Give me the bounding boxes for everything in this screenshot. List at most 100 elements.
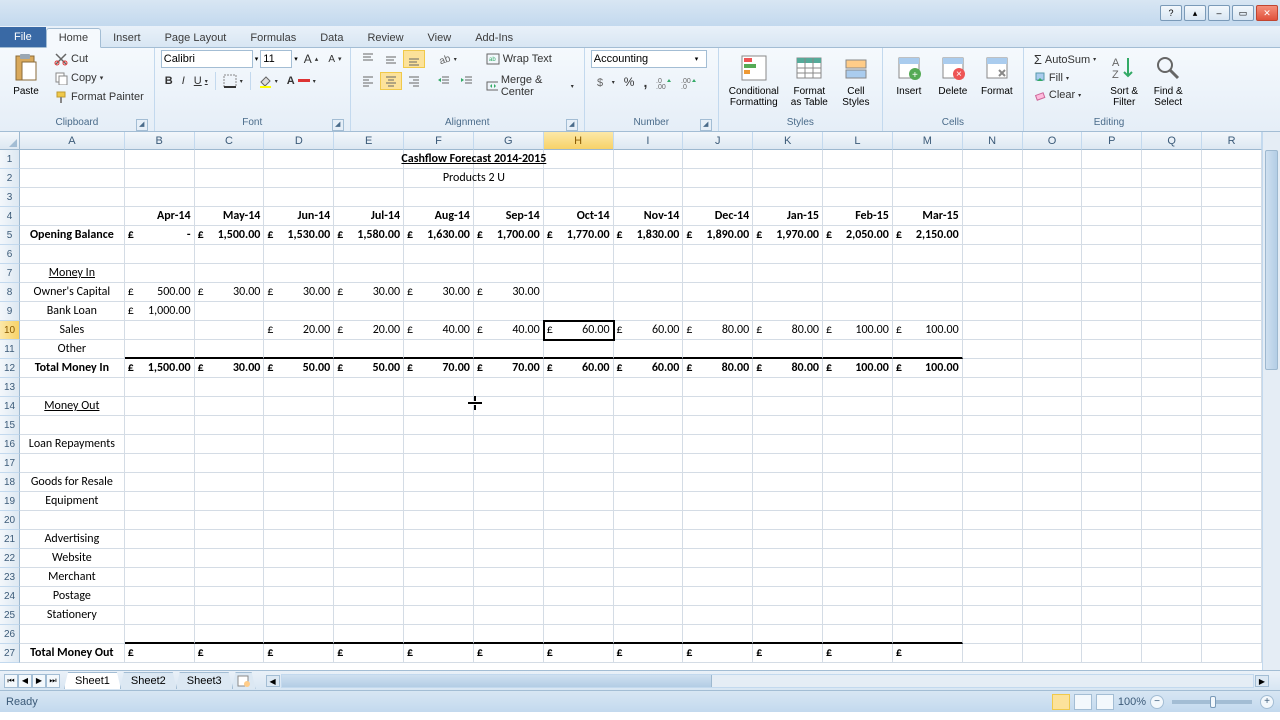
- cell[interactable]: [125, 549, 195, 568]
- col-header-Q[interactable]: Q: [1142, 132, 1202, 150]
- cell[interactable]: [334, 188, 404, 207]
- col-header-O[interactable]: O: [1023, 132, 1083, 150]
- cell[interactable]: [1023, 549, 1083, 568]
- col-header-K[interactable]: K: [753, 132, 823, 150]
- hscroll-left[interactable]: ◀: [266, 675, 280, 687]
- cell[interactable]: [474, 473, 544, 492]
- cell[interactable]: [963, 644, 1023, 663]
- cell[interactable]: [1082, 492, 1142, 511]
- row-header-1[interactable]: 1: [0, 150, 20, 169]
- cell[interactable]: [1023, 188, 1083, 207]
- paste-button[interactable]: Paste: [6, 50, 46, 99]
- cell[interactable]: Stationery: [20, 606, 125, 625]
- copy-button[interactable]: Copy▾: [50, 69, 148, 87]
- cell[interactable]: [614, 492, 684, 511]
- cell[interactable]: [1023, 644, 1083, 663]
- cell[interactable]: £: [334, 644, 404, 663]
- cell[interactable]: [544, 340, 614, 359]
- cell[interactable]: £500.00: [125, 283, 195, 302]
- cell[interactable]: [1023, 359, 1083, 378]
- cell[interactable]: [1082, 530, 1142, 549]
- cell[interactable]: Money In: [20, 264, 125, 283]
- cell[interactable]: [614, 188, 684, 207]
- cell[interactable]: [1142, 150, 1202, 169]
- cell[interactable]: [893, 397, 963, 416]
- cell[interactable]: [1082, 416, 1142, 435]
- cell[interactable]: £1,770.00: [544, 226, 614, 245]
- grid[interactable]: Cashflow Forecast 2014-2015Products 2 UA…: [20, 150, 1262, 670]
- cell[interactable]: [893, 587, 963, 606]
- cell[interactable]: Website: [20, 549, 125, 568]
- cell[interactable]: [963, 302, 1023, 321]
- cell[interactable]: [404, 568, 474, 587]
- cell[interactable]: [334, 473, 404, 492]
- row-header-7[interactable]: 7: [0, 264, 20, 283]
- cell[interactable]: Sep-14: [474, 207, 544, 226]
- vertical-scrollbar[interactable]: [1262, 132, 1280, 670]
- cell[interactable]: £1,890.00: [683, 226, 753, 245]
- col-header-H[interactable]: H: [544, 132, 614, 150]
- horizontal-scrollbar[interactable]: ◀ ▶: [281, 674, 1254, 688]
- cell[interactable]: [544, 378, 614, 397]
- cell[interactable]: £50.00: [334, 359, 404, 378]
- cell[interactable]: [1082, 511, 1142, 530]
- cell[interactable]: [1023, 397, 1083, 416]
- cell[interactable]: [1082, 150, 1142, 169]
- cell[interactable]: £100.00: [823, 321, 893, 340]
- tab-nav-prev[interactable]: ◀: [18, 674, 32, 688]
- col-header-I[interactable]: I: [614, 132, 684, 150]
- cell[interactable]: Nov-14: [614, 207, 684, 226]
- cell[interactable]: [823, 264, 893, 283]
- cut-button[interactable]: Cut: [50, 50, 148, 68]
- cell[interactable]: [1142, 397, 1202, 416]
- cell[interactable]: [893, 245, 963, 264]
- cell[interactable]: [893, 511, 963, 530]
- cell[interactable]: [683, 378, 753, 397]
- cell[interactable]: [683, 169, 753, 188]
- cell[interactable]: [125, 511, 195, 530]
- cell[interactable]: [683, 302, 753, 321]
- view-normal-button[interactable]: [1052, 694, 1070, 710]
- cell[interactable]: [963, 397, 1023, 416]
- cell[interactable]: [823, 188, 893, 207]
- cell[interactable]: [893, 340, 963, 359]
- cell[interactable]: May-14: [195, 207, 265, 226]
- cell[interactable]: [404, 606, 474, 625]
- wrap-text-button[interactable]: abWrap Text: [482, 50, 578, 68]
- cell[interactable]: [125, 378, 195, 397]
- cell[interactable]: [474, 606, 544, 625]
- cell[interactable]: [544, 435, 614, 454]
- cell[interactable]: [1023, 416, 1083, 435]
- cell[interactable]: [893, 549, 963, 568]
- cell[interactable]: [1142, 169, 1202, 188]
- cell[interactable]: [1023, 340, 1083, 359]
- cell[interactable]: Mar-15: [893, 207, 963, 226]
- cell[interactable]: [1082, 283, 1142, 302]
- cell[interactable]: [683, 340, 753, 359]
- cell[interactable]: [683, 245, 753, 264]
- cell[interactable]: [125, 264, 195, 283]
- cell[interactable]: [1082, 378, 1142, 397]
- cell[interactable]: [823, 397, 893, 416]
- cell[interactable]: [474, 264, 544, 283]
- cell[interactable]: [544, 549, 614, 568]
- cell[interactable]: [683, 511, 753, 530]
- italic-button[interactable]: I: [178, 73, 189, 89]
- cell[interactable]: [893, 302, 963, 321]
- cell[interactable]: [474, 454, 544, 473]
- cell[interactable]: [1082, 454, 1142, 473]
- cell[interactable]: [614, 435, 684, 454]
- col-header-R[interactable]: R: [1202, 132, 1262, 150]
- cell[interactable]: [20, 416, 125, 435]
- cell[interactable]: [264, 416, 334, 435]
- cell[interactable]: [264, 378, 334, 397]
- cell[interactable]: Aug-14: [404, 207, 474, 226]
- row-header-4[interactable]: 4: [0, 207, 20, 226]
- vscroll-thumb[interactable]: [1265, 150, 1278, 370]
- cell[interactable]: [1023, 492, 1083, 511]
- cell[interactable]: £80.00: [683, 359, 753, 378]
- autosum-button[interactable]: ΣAutoSum▾: [1030, 50, 1100, 69]
- cell[interactable]: Cashflow Forecast 2014-2015: [474, 150, 544, 169]
- cell[interactable]: £: [125, 644, 195, 663]
- row-header-11[interactable]: 11: [0, 340, 20, 359]
